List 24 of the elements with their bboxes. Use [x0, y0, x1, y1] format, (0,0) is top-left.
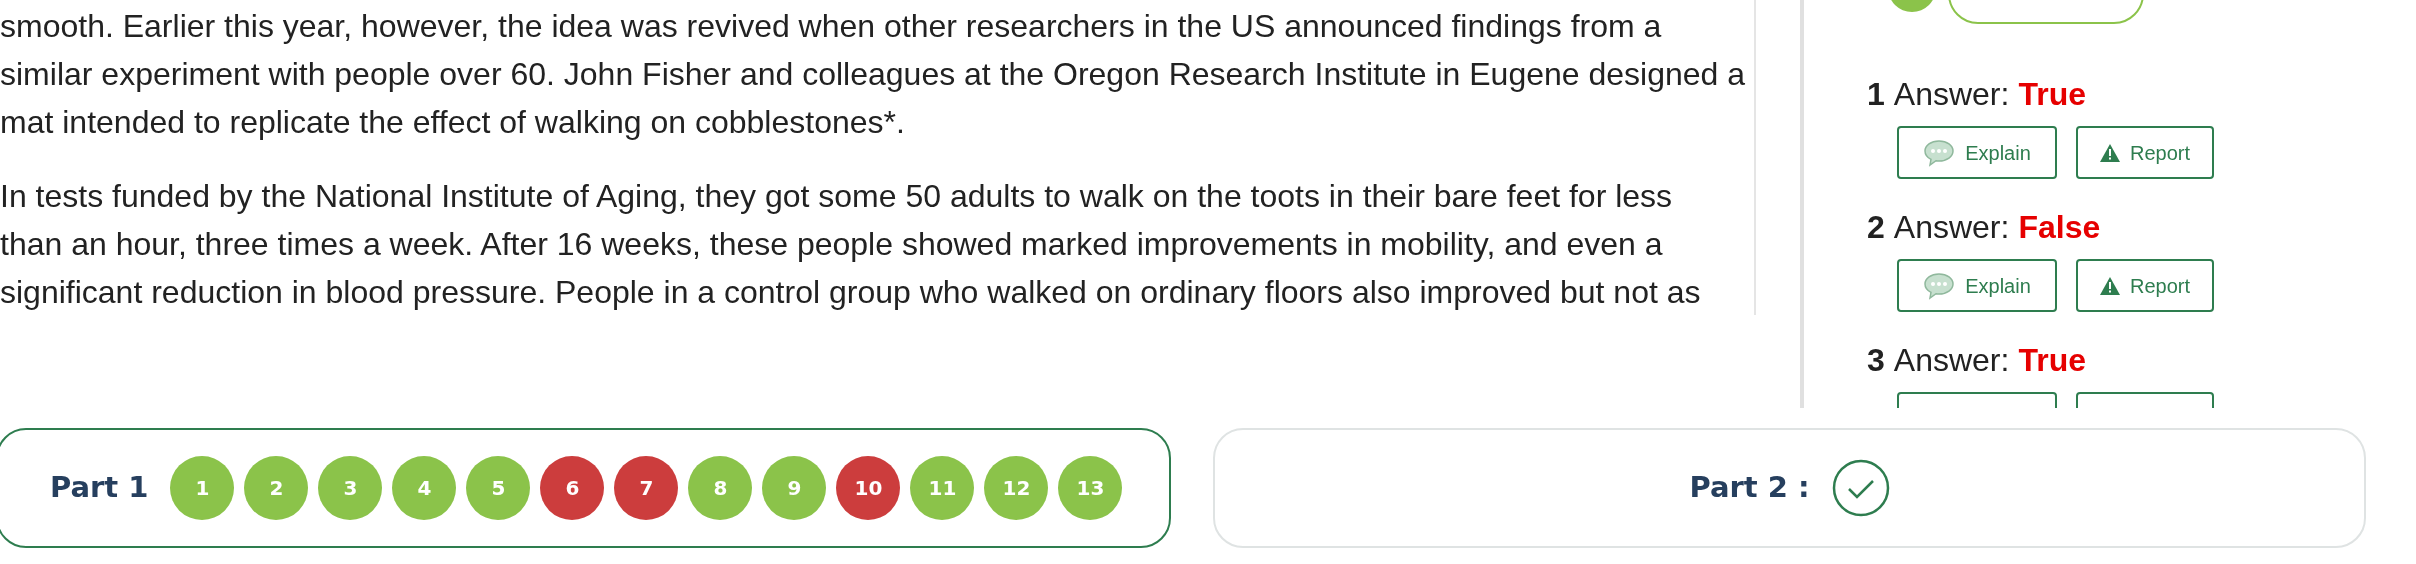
answer-value: True — [2018, 342, 2086, 378]
report-button[interactable]: Report — [2076, 126, 2214, 179]
question-number: 2 — [1867, 209, 1885, 245]
part-label: Part 2 : — [1689, 469, 1810, 507]
warning-icon — [2100, 276, 2120, 295]
explain-button[interactable]: Explain — [1897, 126, 2057, 179]
warning-icon — [2100, 143, 2120, 162]
part-label: Part 1 — [50, 469, 149, 507]
answer-label: Answer: — [1893, 209, 2010, 245]
question-number: 3 — [1867, 342, 1885, 378]
report-button[interactable]: Report — [2076, 259, 2214, 312]
check-circle-icon — [1831, 459, 1890, 517]
speech-bubble-icon — [1923, 271, 1956, 300]
answer-label: Answer: — [1893, 76, 2010, 112]
question-number: 1 — [1867, 76, 1885, 112]
article-paragraph: smooth. Earlier this year, however, the idea was revived when other researchers in the US announced findings from a similar experiment with people over 60. John Fisher and colleagues at the Oregon Research Institute in Eugene designed a mat intended to replicate the effect of walking on cobblestones*. — [0, 7, 1747, 142]
part-panel[interactable]: Part 2 : — [1213, 428, 2366, 548]
answer-value: False — [2018, 209, 2101, 245]
article-paragraph: In tests funded by the National Institute of Aging, they got some 50 adults to walk on the toots in their bare feet for less than an hour, three times a week. After 16 weeks, these people showed marked improvements in mobility, and even a significant reduction in blood pressure. People in a control group who walked on ordinary floors also improved but not as — [0, 177, 1702, 312]
speech-bubble-icon — [1923, 138, 1956, 167]
answer-value: True — [2018, 76, 2086, 112]
answer-label: Answer: — [1893, 342, 2010, 378]
part-panel[interactable]: Part 1 1 2 3 4 5 6 7 8 9 10 11 12 13 — [0, 428, 1171, 548]
explain-button[interactable]: Explain — [1897, 259, 2057, 312]
